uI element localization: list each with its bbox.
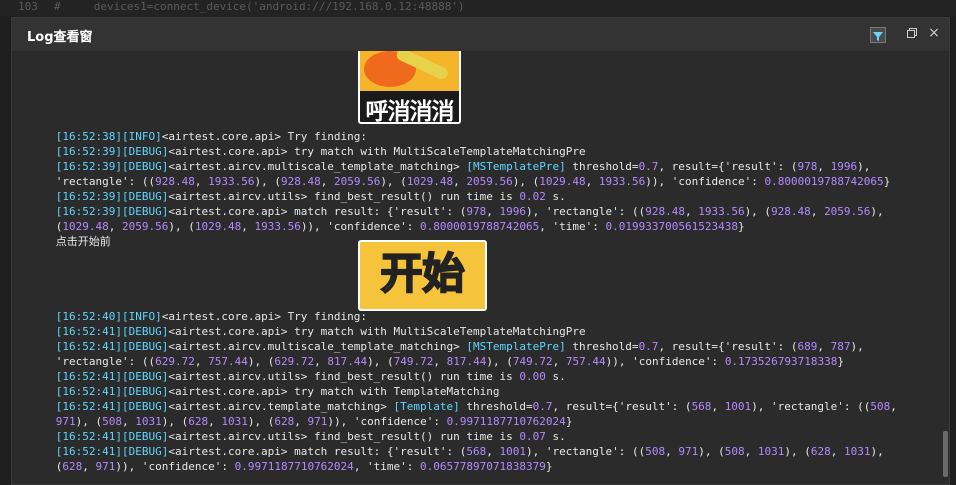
template-image-1: 呼消消消 <box>358 51 461 124</box>
log-viewer-window: Log查看窗 × 呼消消消 [16:52:38][INFO]<airtest.c… <box>11 17 950 485</box>
image-2-text: 开始 <box>379 248 465 299</box>
log-line: (628, 971)), 'confidence': 0.99711877107… <box>55 460 553 473</box>
scrollbar-thumb[interactable] <box>943 431 948 477</box>
window-title: Log查看窗 <box>27 30 93 45</box>
vertical-scrollbar[interactable] <box>942 51 949 484</box>
filter-button[interactable] <box>870 27 886 43</box>
image-1-text: 呼消消消 <box>365 99 455 124</box>
log-line: 点击开始前 <box>55 235 111 248</box>
restore-icon <box>907 28 917 38</box>
title-bar: Log查看窗 × <box>12 18 949 51</box>
code-line: # devices1=connect_device('android:///19… <box>54 0 465 13</box>
log-content: 呼消消消 [16:52:38][INFO]<airtest.core.api> … <box>12 51 942 484</box>
restore-button[interactable] <box>905 27 919 41</box>
filter-icon <box>873 32 883 41</box>
close-button[interactable]: × <box>927 26 941 40</box>
line-number: 103 <box>18 0 38 13</box>
close-icon: × <box>928 25 940 41</box>
template-image-2: 开始 <box>358 240 487 311</box>
editor-background: 103 # devices1=connect_device('android:/… <box>0 0 956 16</box>
